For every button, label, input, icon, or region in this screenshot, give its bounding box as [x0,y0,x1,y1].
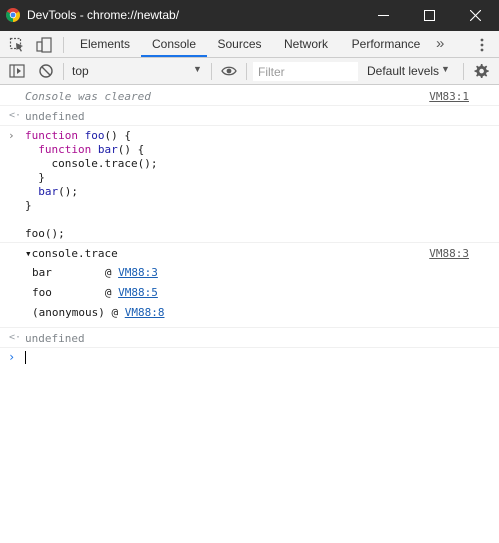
code-block: function foo() { function bar() { consol… [25,129,158,240]
frame-function: (anonymous) [32,306,112,319]
result-value: undefined [25,332,85,345]
more-options-icon[interactable] [476,37,488,53]
live-expression-eye-icon[interactable] [221,63,237,79]
frame-function: foo [32,286,105,299]
window-title: DevTools - chrome://newtab/ [27,8,180,22]
prompt-chevron-icon: › [8,350,16,364]
panel-tab-bar: Elements Console Sources Network Perform… [0,31,499,58]
minimize-button[interactable] [361,0,407,31]
stack-frame-row: foo @ VM88:5 [32,286,158,299]
frame-link[interactable]: VM88:8 [125,306,165,319]
console-result-row: <· undefined [0,106,499,126]
stack-frame-row: bar @ VM88:3 [32,266,158,279]
tab-network[interactable]: Network [276,31,336,57]
close-icon [470,10,481,21]
frame-function: bar [32,266,105,279]
frame-link[interactable]: VM88:5 [118,286,158,299]
tab-performance[interactable]: Performance [346,31,426,57]
source-link[interactable]: VM83:1 [429,90,469,103]
triangle-down-icon: ▾ [25,247,32,260]
more-tabs-button[interactable]: » [436,35,444,52]
tab-sources[interactable]: Sources [211,31,268,57]
console-output[interactable]: Console was cleared VM83:1 <· undefined … [0,86,499,543]
console-prompt-input[interactable] [25,351,26,364]
log-levels-dropdown[interactable]: Default levels [367,64,439,78]
stack-frame-row: (anonymous) @ VM88:8 [32,306,165,319]
toolbar-divider [211,63,212,80]
cleared-text: Console was cleared [25,90,151,103]
frame-link[interactable]: VM88:3 [118,266,158,279]
clear-console-icon[interactable] [38,63,54,79]
toolbar-divider [463,63,464,80]
context-selector[interactable]: top [72,64,89,78]
console-toolbar: top ▼ Default levels ▼ [0,58,499,85]
console-sidebar-icon[interactable] [9,63,25,79]
console-cleared-message: Console was cleared VM83:1 [0,86,499,106]
close-button[interactable] [453,0,499,31]
inspect-element-icon[interactable] [9,37,25,53]
result-value: undefined [25,110,85,123]
chrome-icon [6,8,20,22]
filter-input[interactable] [253,62,358,81]
chevron-down-icon: ▼ [441,64,450,74]
tab-elements[interactable]: Elements [73,31,137,57]
toolbar-divider [246,63,247,80]
maximize-button[interactable] [407,0,453,31]
result-arrow-icon: <· [9,110,22,121]
console-trace-group: ▾console.trace VM88:3 bar @ VM88:3 foo @… [0,243,499,328]
maximize-icon [424,10,435,21]
trace-header[interactable]: ▾console.trace [25,247,118,260]
console-input-echo: › function foo() { function bar() { cons… [0,126,499,243]
device-toolbar-icon[interactable] [36,37,52,53]
console-settings-gear-icon[interactable] [473,63,489,79]
result-arrow-icon: <· [9,332,22,343]
input-chevron-icon: › [8,129,15,142]
toolbar-divider [63,37,64,53]
trace-label: console.trace [31,247,118,260]
source-link[interactable]: VM88:3 [429,247,469,260]
console-result-row: <· undefined [0,328,499,348]
window-title-bar: DevTools - chrome://newtab/ [0,0,499,31]
minimize-icon [378,15,389,16]
chevron-down-icon: ▼ [193,64,202,74]
tab-console[interactable]: Console [141,31,207,57]
toolbar-divider [63,63,64,80]
